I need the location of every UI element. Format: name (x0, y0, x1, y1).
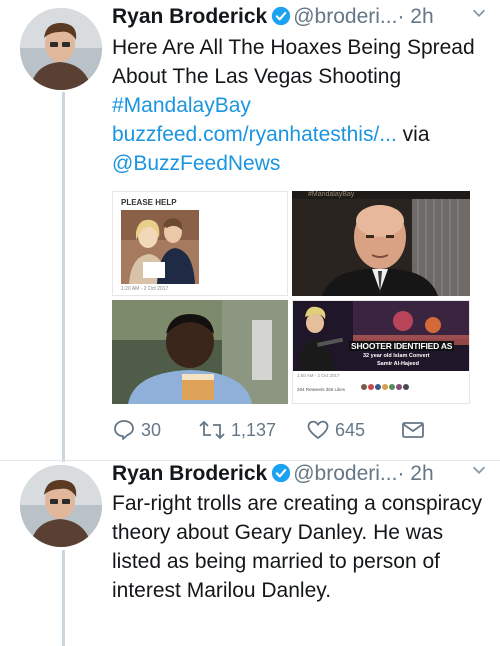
panel-3-photo (112, 300, 288, 404)
tweet-time[interactable]: · 2h (397, 462, 433, 485)
avatar[interactable] (20, 8, 102, 90)
reply-count: 30 (141, 419, 162, 440)
dm-button[interactable] (400, 417, 431, 443)
reply-button[interactable]: 30 (112, 417, 161, 443)
like-button[interactable]: 645 (306, 417, 365, 443)
media-panel-1[interactable]: PLEASE HELP 1:20 AM - 2 Oct 2017 (112, 191, 288, 296)
author-name[interactable]: Ryan Broderick (112, 5, 267, 28)
author-name[interactable]: Ryan Broderick (112, 462, 267, 485)
panel-4-headline: SHOOTER IDENTIFIED AS (349, 341, 455, 351)
verified-badge-icon (272, 463, 291, 483)
panel-4-stats: 284 Retweets 366 Likes (297, 387, 346, 392)
author-handle[interactable]: @broderi... (293, 5, 397, 28)
panel-4-footer: 1:50 AM - 2 Oct 2017 (297, 373, 340, 378)
article-link[interactable]: buzzfeed.com/ryanhatesthis/... (112, 123, 397, 146)
tweet-text: Here Are All The Hoaxes Being Spread Abo… (112, 33, 484, 178)
chevron-down-icon[interactable] (470, 461, 488, 479)
tweet-1[interactable]: Ryan Broderick @broderi...· 2h Here Are A… (0, 0, 500, 460)
tweet-text-content: Here Are All The Hoaxes Being Spread Abo… (112, 36, 475, 88)
tweet-text: Far-right trolls are creating a conspira… (112, 492, 482, 602)
tweet-time[interactable]: · 2h (397, 5, 433, 28)
retweet-button[interactable]: 1,137 (198, 417, 276, 443)
panel-4-sub1: 32 year old Islam Convert (363, 353, 430, 359)
retweet-count: 1,137 (231, 419, 277, 440)
panel-1-footer: 1:20 AM - 2 Oct 2017 (121, 286, 169, 292)
panel-4-avatars (361, 384, 409, 390)
dm-icon (402, 422, 424, 438)
tweet-header: Ryan Broderick @broderi...· 2h (112, 459, 492, 489)
tweet-actions: 30 1,137 645 (112, 417, 472, 447)
media-panel-3[interactable] (112, 300, 288, 404)
panel-4-sub2: Samir Al-Hajeed (377, 361, 419, 367)
panel-1-header: PLEASE HELP (121, 198, 177, 207)
retweet-icon (199, 420, 225, 440)
verified-badge-icon (272, 6, 291, 26)
tweet-2[interactable]: Ryan Broderick @broderi...· 2h Far-right … (0, 461, 500, 646)
media-panel-2[interactable]: #MandalayBay (292, 191, 470, 296)
author-handle[interactable]: @broderi... (293, 462, 397, 485)
panel-2-header: #MandalayBay (308, 191, 355, 198)
via-text: via (396, 123, 430, 146)
hashtag-link[interactable]: #MandalayBay (112, 94, 251, 117)
like-icon (307, 420, 329, 439)
panel-1-photo (121, 210, 199, 284)
like-count: 645 (335, 419, 366, 440)
reply-icon (114, 420, 134, 440)
avatar[interactable] (20, 465, 102, 547)
tweet-media-grid[interactable]: PLEASE HELP 1:20 AM - 2 Oct 2017 #Mandal… (112, 191, 470, 404)
chevron-down-icon[interactable] (470, 4, 488, 22)
tweet-header: Ryan Broderick @broderi...· 2h (112, 2, 492, 32)
panel-2-photo (292, 199, 470, 296)
media-panel-4[interactable]: SHOOTER IDENTIFIED AS 32 year old Islam … (292, 300, 470, 404)
mention-link[interactable]: @BuzzFeedNews (112, 152, 280, 175)
